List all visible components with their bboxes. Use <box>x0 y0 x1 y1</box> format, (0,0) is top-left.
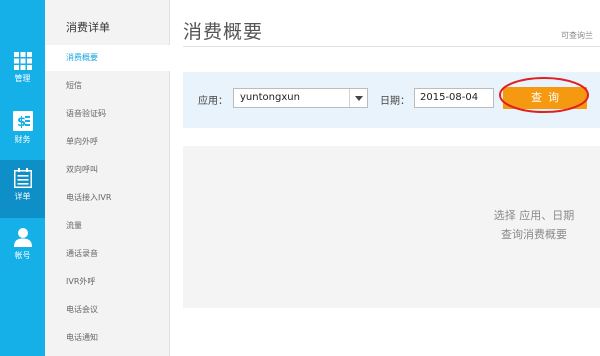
subnav-item-outbound-call[interactable]: 单向外呼 <box>45 129 170 155</box>
app-select[interactable]: yuntongxun <box>233 88 368 108</box>
empty-state-message: 选择 应用、日期 查询消费概要 <box>470 206 598 244</box>
icon-rail: 管理 $ 财务 详单 帐号 <box>0 0 45 356</box>
user-icon <box>13 228 32 247</box>
subnav-item-summary[interactable]: 消费概要 <box>45 45 170 71</box>
subnav-item-two-way-call[interactable]: 双向呼叫 <box>45 157 170 183</box>
subnav-title: 消费详单 <box>66 21 110 34</box>
empty-state-line-2: 查询消费概要 <box>501 228 567 241</box>
list-icon <box>13 168 32 188</box>
subnav-item-traffic[interactable]: 流量 <box>45 213 170 239</box>
subnav-item-sms[interactable]: 短信 <box>45 73 170 99</box>
query-range-note: 可查询兰 <box>561 31 593 40</box>
rail-label-finance: 财务 <box>14 135 31 144</box>
rail-item-detail[interactable]: 详单 <box>0 160 45 218</box>
app-window: 管理 $ 财务 详单 帐号 消费详单 消费概要 短信 语音验证码 单向外呼 双向… <box>0 0 600 356</box>
grid-icon <box>13 52 32 70</box>
rail-label-detail: 详单 <box>14 192 31 201</box>
rail-label-manage: 管理 <box>14 74 31 83</box>
app-label: 应用： <box>198 96 228 107</box>
title-divider <box>183 46 600 47</box>
sub-navigation: 消费详单 消费概要 短信 语音验证码 单向外呼 双向呼叫 电话接入IVR 流量 … <box>45 0 170 356</box>
rail-item-finance[interactable]: $ 财务 <box>0 103 45 161</box>
rail-label-account: 帐号 <box>14 251 31 260</box>
rail-item-manage[interactable]: 管理 <box>0 44 45 102</box>
date-label: 日期： <box>380 96 410 107</box>
app-select-value: yuntongxun <box>240 92 300 103</box>
subnav-item-phone-ivr[interactable]: 电话接入IVR <box>45 185 170 211</box>
subnav-item-phone-notice[interactable]: 电话通知 <box>45 325 170 351</box>
empty-state-line-1: 选择 应用、日期 <box>493 209 575 222</box>
subnav-item-voice-code[interactable]: 语音验证码 <box>45 101 170 127</box>
chevron-down-icon[interactable] <box>349 89 367 107</box>
subnav-item-conference[interactable]: 电话会议 <box>45 297 170 323</box>
svg-text:$: $ <box>17 115 26 130</box>
rail-item-account[interactable]: 帐号 <box>0 219 45 277</box>
date-field[interactable]: 2015-08-04 <box>414 88 494 108</box>
subnav-item-call-recording[interactable]: 通话录音 <box>45 241 170 267</box>
subnav-item-ivr-outbound[interactable]: IVR外呼 <box>45 269 170 295</box>
query-button[interactable]: 查询 <box>503 87 587 109</box>
finance-icon: $ <box>12 111 33 131</box>
page-title: 消费概要 <box>183 21 264 43</box>
